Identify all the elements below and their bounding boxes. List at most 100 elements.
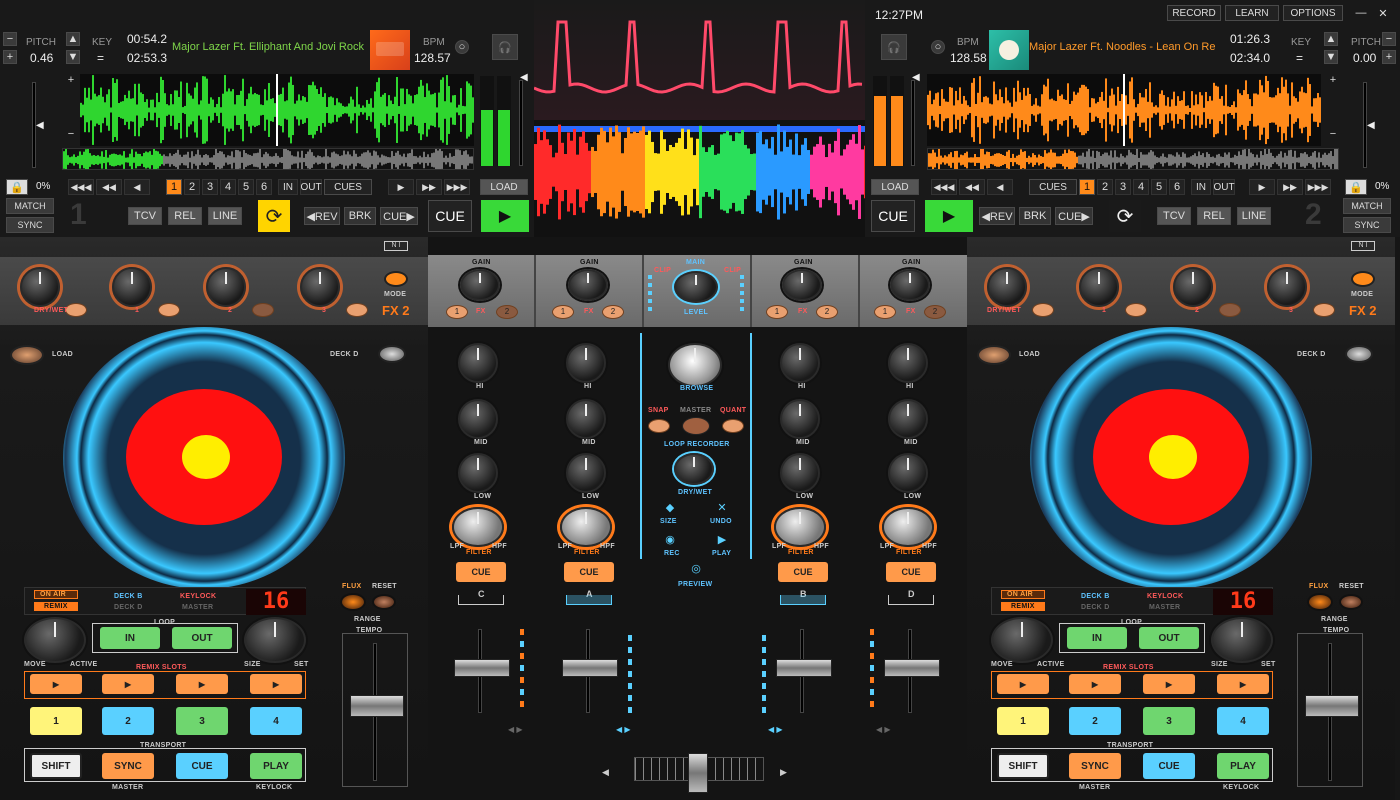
browse-encoder[interactable] [668, 343, 722, 387]
rec-button[interactable]: ◉ [660, 533, 680, 547]
fx-dry-wet-knob[interactable] [987, 267, 1027, 307]
cue-button[interactable]: CUE [886, 562, 936, 582]
pad-1[interactable]: 1 [30, 707, 82, 735]
loop-toggle-button[interactable]: ⟳ [1109, 200, 1141, 232]
pitch-up-button[interactable]: + [3, 50, 17, 64]
tcv-button[interactable]: TCV [1157, 207, 1191, 225]
remix-slot-1[interactable]: ▶ [30, 674, 82, 694]
flux-button[interactable] [1307, 593, 1333, 611]
hi-eq-knob[interactable] [458, 343, 498, 383]
mid-eq-knob[interactable] [458, 399, 498, 439]
zoom-out-button[interactable]: − [1327, 128, 1339, 140]
play-button[interactable]: ▶ [481, 200, 529, 232]
loop-out-button[interactable]: OUT [1139, 627, 1199, 649]
loop-in-button[interactable]: IN [278, 179, 298, 195]
brake-button[interactable]: BRK [344, 207, 376, 225]
remix-slot-1[interactable]: ▶ [997, 674, 1049, 694]
cue-button[interactable]: CUE [1143, 753, 1195, 779]
hi-eq-knob[interactable] [888, 343, 928, 383]
cues-button[interactable]: CUES [1029, 179, 1077, 195]
loop-out-button[interactable]: OUT [300, 179, 322, 195]
skip-back-button[interactable]: ◀◀◀ [931, 179, 957, 195]
cue-point-6[interactable]: 6 [1169, 179, 1185, 195]
remix-slot-4[interactable]: ▶ [1217, 674, 1269, 694]
loop-in-button[interactable]: IN [1067, 627, 1127, 649]
overview-waveform[interactable] [62, 148, 474, 170]
line-button[interactable]: LINE [1237, 207, 1271, 225]
play-button[interactable]: PLAY [250, 753, 302, 779]
fx-mode-button[interactable] [1351, 271, 1375, 287]
cue-point-2[interactable]: 2 [184, 179, 200, 195]
fx-2-knob[interactable] [1173, 267, 1213, 307]
brake-button[interactable]: BRK [1019, 207, 1051, 225]
fx-1-button[interactable] [1125, 303, 1147, 317]
loop-size-knob[interactable] [1211, 617, 1273, 663]
cue-point-2[interactable]: 2 [1097, 179, 1113, 195]
pad-2[interactable]: 2 [1069, 707, 1121, 735]
cue-point-1[interactable]: 1 [1079, 179, 1095, 195]
sync-button[interactable]: SYNC [1069, 753, 1121, 779]
deck-d-button[interactable] [378, 345, 406, 363]
fx-1-knob[interactable] [1079, 267, 1119, 307]
tempo-fader-cap[interactable] [350, 695, 404, 717]
fx-mode-button[interactable] [384, 271, 408, 287]
tempo-fader-cap[interactable] [1305, 695, 1359, 717]
pad-4[interactable]: 4 [1217, 707, 1269, 735]
lock-button[interactable]: 🔒 [6, 179, 28, 195]
fx-1-button[interactable] [158, 303, 180, 317]
fx-3-knob[interactable] [1267, 267, 1307, 307]
pitch-down-button[interactable]: − [3, 32, 17, 46]
cue-button[interactable]: CUE [778, 562, 828, 582]
loop-size-knob[interactable] [244, 617, 306, 663]
gain-knob[interactable] [460, 269, 500, 301]
loop-in-button[interactable]: IN [100, 627, 160, 649]
cue-point-1[interactable]: 1 [166, 179, 182, 195]
pitch-down-button[interactable]: − [1382, 32, 1396, 46]
filter-knob[interactable] [560, 507, 612, 547]
fx-2-assign-button[interactable]: 2 [924, 305, 946, 319]
loop-toggle-button[interactable]: ⟳ [258, 200, 290, 232]
fx-2-assign-button[interactable]: 2 [816, 305, 838, 319]
fx-1-assign-button[interactable]: 1 [552, 305, 574, 319]
cue-point-3[interactable]: 3 [202, 179, 218, 195]
load-button[interactable]: LOAD [480, 179, 528, 195]
forward-button[interactable]: ▶ [388, 179, 414, 195]
forward-button[interactable]: ▶ [1249, 179, 1275, 195]
master-button[interactable] [682, 417, 710, 435]
skip-forward-button[interactable]: ▶▶▶ [1305, 179, 1331, 195]
pad-4[interactable]: 4 [250, 707, 302, 735]
rewind-button[interactable]: ◀◀ [96, 179, 122, 195]
channel-fader-cap[interactable] [562, 659, 618, 677]
key-up-button[interactable]: ▲ [66, 32, 80, 46]
volume-slider[interactable] [519, 80, 523, 166]
headphone-cue-button[interactable]: 🎧 [881, 34, 907, 60]
filter-knob[interactable] [882, 507, 934, 547]
fx-3-knob[interactable] [300, 267, 340, 307]
preview-button[interactable]: ◎ [686, 562, 706, 576]
key-down-button[interactable]: ▼ [1324, 50, 1338, 64]
play-button[interactable]: ▶ [925, 200, 973, 232]
pad-3[interactable]: 3 [1143, 707, 1195, 735]
flux-button[interactable] [340, 593, 366, 611]
cue-button[interactable]: CUE [871, 200, 915, 232]
low-eq-knob[interactable] [458, 453, 498, 493]
fast-forward-button[interactable]: ▶▶ [1277, 179, 1303, 195]
load-button[interactable] [10, 345, 44, 365]
low-eq-knob[interactable] [780, 453, 820, 493]
main-level-knob[interactable] [674, 271, 718, 303]
rel-button[interactable]: REL [1197, 207, 1231, 225]
zoom-out-button[interactable]: − [65, 128, 77, 140]
reverse-button[interactable]: ◀REV [304, 207, 340, 225]
minimize-button[interactable]: — [1353, 5, 1369, 21]
channel-fader-cap[interactable] [884, 659, 940, 677]
zoom-in-button[interactable]: + [1327, 74, 1339, 86]
options-button[interactable]: OPTIONS [1283, 5, 1343, 21]
sync-button[interactable]: SYNC [6, 217, 54, 233]
shift-button[interactable]: SHIFT [30, 753, 82, 779]
cue-button[interactable]: CUE [456, 562, 506, 582]
back-button[interactable]: ◀ [987, 179, 1013, 195]
hi-eq-knob[interactable] [566, 343, 606, 383]
fx-dry-wet-button[interactable] [65, 303, 87, 317]
fx-1-assign-button[interactable]: 1 [874, 305, 896, 319]
sync-button[interactable]: SYNC [1343, 217, 1391, 233]
